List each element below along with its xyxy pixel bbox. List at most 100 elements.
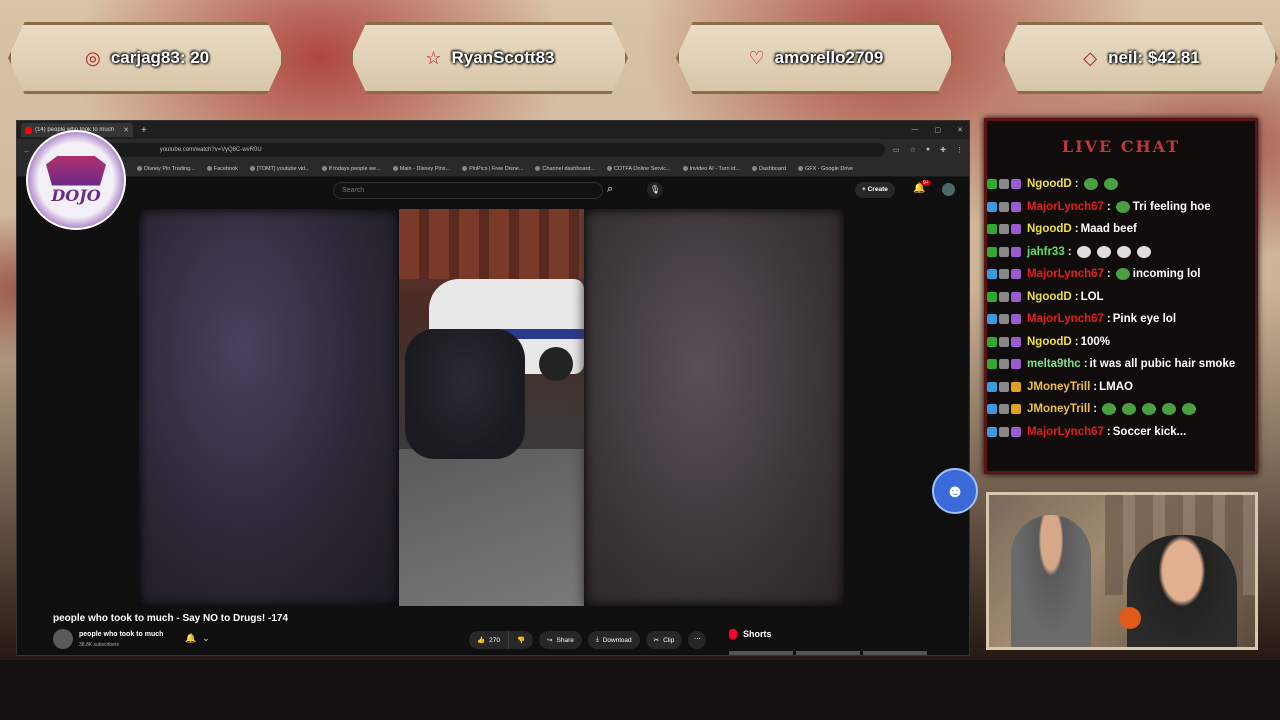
share-button[interactable]: ↪ Share — [539, 631, 582, 649]
channel-avatar[interactable] — [53, 629, 73, 649]
close-window-icon[interactable]: ✕ — [957, 126, 963, 134]
blurred-background-left — [139, 209, 399, 606]
bookmark-item[interactable]: PinPics | Free Disne... — [462, 166, 523, 172]
bookmark-item[interactable]: Dashboard — [752, 166, 786, 172]
bookmark-item[interactable]: If todays people we... — [321, 166, 381, 172]
chat-username[interactable]: jahfr33 — [1027, 246, 1065, 258]
url-field[interactable]: youtube.com/watch?v=VyQ6C-wvR0U — [69, 143, 885, 157]
close-icon[interactable]: ✕ — [123, 126, 129, 134]
bookmark-star-icon[interactable]: ☆ — [910, 146, 916, 154]
clip-button[interactable]: ✂ Clip — [645, 631, 683, 649]
search-input[interactable]: Search — [333, 182, 603, 199]
bookmark-item[interactable]: Main - Disney Pins... — [392, 166, 450, 172]
bookmark-item[interactable]: Channel dashboard... — [535, 166, 595, 172]
maximize-icon[interactable]: ▢ — [935, 126, 942, 134]
buildings — [399, 209, 584, 279]
bottom-bar — [0, 660, 1280, 720]
chat-badges — [987, 336, 1023, 347]
channel-name[interactable]: people who took to much — [79, 631, 163, 638]
chat-username[interactable]: melta9thc — [1027, 358, 1081, 370]
more-options-button[interactable]: ⋯ — [688, 631, 707, 649]
chat-badges — [987, 404, 1023, 415]
new-tab-button[interactable]: + — [141, 125, 147, 136]
dojo-logo-text: DOJO — [51, 185, 101, 205]
shorts-shelf — [729, 651, 927, 655]
dojo-logo: DOJO — [26, 130, 126, 230]
diamond-icon: ◇ — [1083, 48, 1098, 68]
minimize-icon[interactable]: — — [912, 126, 919, 134]
subscriber-count: 38.8K subscribers — [79, 642, 120, 648]
chevron-down-icon[interactable]: ⌄ — [202, 633, 210, 644]
window-controls: — ▢ ✕ — [912, 126, 970, 134]
video-player[interactable] — [139, 209, 844, 606]
emote-icon — [1076, 245, 1091, 258]
back-icon[interactable]: ← — [23, 146, 31, 155]
chat-text: LOL — [1080, 290, 1104, 303]
subscribed-bell[interactable]: 🔔 ⌄ — [185, 633, 210, 644]
emote-icon — [1122, 403, 1137, 416]
streamer-right — [1127, 535, 1237, 647]
chat-username[interactable]: JMoneyTrill — [1027, 403, 1090, 415]
dislike-button[interactable]: 👎 — [508, 631, 534, 649]
chat-username[interactable]: MajorLynch67 — [1027, 426, 1104, 438]
menu-icon[interactable]: ⋮ — [956, 146, 963, 154]
microphone-icon[interactable]: 🎙 — [647, 182, 663, 198]
bookmark-item[interactable]: CDTFA Online Servic... — [607, 166, 671, 172]
emote-icon — [1162, 403, 1177, 416]
streamer-left — [1011, 515, 1091, 647]
chat-username[interactable]: NgoodD — [1027, 336, 1072, 348]
blurred-background-right — [584, 209, 844, 606]
chat-username[interactable]: NgoodD — [1027, 291, 1072, 303]
chat-message: JMoneyTrill: — [987, 398, 1255, 421]
like-button[interactable]: 👍 270 — [469, 631, 509, 649]
video-actions: 👍 270 👎 ↪ Share ⤓ Download ✂ Clip ⋯ — [469, 631, 707, 649]
microphone — [1119, 607, 1141, 629]
download-button[interactable]: ⤓ Download — [587, 631, 640, 649]
chat-text: 100% — [1080, 335, 1110, 348]
bookmark-item[interactable]: Facebook — [206, 166, 238, 172]
short-thumbnail[interactable] — [729, 651, 793, 655]
dojo-logo-art — [46, 155, 106, 186]
chat-username[interactable]: MajorLynch67 — [1027, 313, 1104, 325]
bell-icon[interactable]: 🔔 — [185, 633, 196, 644]
create-button[interactable]: + Create — [855, 182, 895, 198]
short-thumbnail[interactable] — [796, 651, 860, 655]
bookmark-item[interactable]: GFX - Google Drive — [797, 166, 853, 172]
banner-text: amorello2709 — [774, 48, 884, 67]
video-frame — [399, 209, 584, 606]
chat-badges — [987, 246, 1023, 257]
coin-stack-icon: ◎ — [84, 48, 101, 68]
officers-group — [405, 329, 525, 459]
bookmark-item[interactable]: Invideo AI - Turn id... — [682, 166, 740, 172]
chat-message: NgoodD: LOL — [987, 286, 1255, 309]
scissors-icon: ✂ — [653, 637, 660, 644]
extension-icon[interactable]: ● — [926, 146, 930, 154]
emote-icon — [1103, 178, 1118, 191]
chat-text: LMAO — [1099, 380, 1133, 393]
emote-icon — [1182, 403, 1197, 416]
account-avatar[interactable] — [942, 183, 955, 196]
shorts-header[interactable]: Shorts — [729, 629, 772, 639]
chat-username[interactable]: MajorLynch67 — [1027, 201, 1104, 213]
banner-text: neil: $42.81 — [1108, 48, 1200, 67]
cast-icon[interactable]: ▭ — [893, 146, 900, 154]
chat-username[interactable]: MajorLynch67 — [1027, 268, 1104, 280]
pavement — [399, 449, 584, 606]
chat-username[interactable]: NgoodD — [1027, 223, 1072, 235]
emote-icon — [1083, 178, 1098, 191]
bookmark-item[interactable]: Disney Pin Trading... — [137, 166, 195, 172]
emote-icon — [1116, 245, 1131, 258]
chat-username[interactable]: JMoneyTrill — [1027, 381, 1090, 393]
chat-username[interactable]: NgoodD — [1027, 178, 1072, 190]
share-icon: ↪ — [547, 637, 553, 644]
chat-messages: NgoodD: MajorLynch67: Tri feeling hoe Ngo… — [987, 173, 1255, 443]
address-bar: ← → ↻ youtube.com/watch?v=VyQ6C-wvR0U ▭ … — [17, 139, 969, 161]
short-thumbnail[interactable] — [863, 651, 927, 655]
chat-badges — [987, 201, 1023, 212]
chat-badges — [987, 179, 1023, 190]
puzzle-icon[interactable]: ✚ — [940, 146, 946, 154]
search-icon[interactable]: ⌕ — [607, 183, 613, 196]
mascot-icon: ☻ — [932, 468, 978, 514]
chat-message: NgoodD: 100% — [987, 331, 1255, 354]
bookmark-item[interactable]: [TOMT] youtube vid... — [249, 166, 310, 172]
